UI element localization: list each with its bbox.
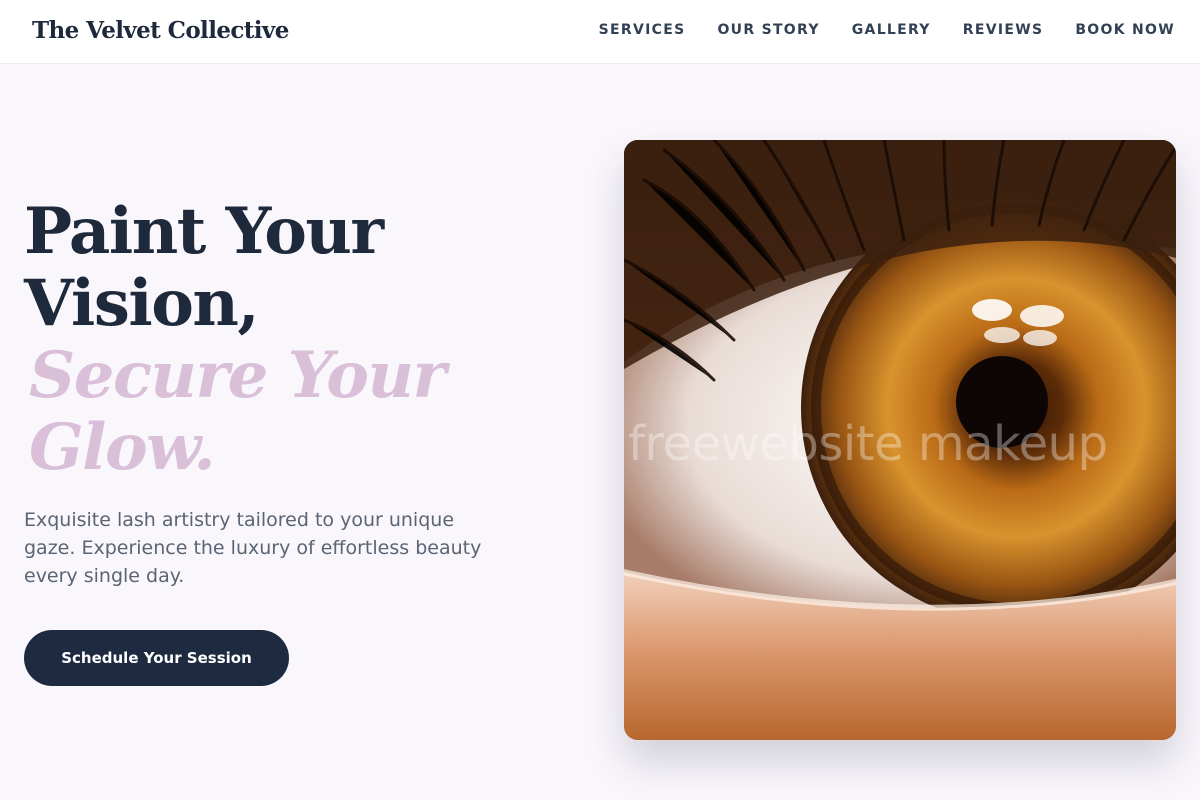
eye-highlight-4	[1023, 330, 1057, 346]
eye-highlight-2	[1020, 305, 1064, 327]
headline-line-2: Vision,	[24, 266, 260, 341]
nav-services[interactable]: SERVICES	[599, 22, 686, 38]
hero-headline: Paint Your Vision, Secure Your Glow.	[24, 194, 446, 485]
headline-line-1: Paint Your	[24, 194, 384, 269]
image-watermark: freewebsite makeup	[628, 416, 1108, 472]
eye-highlight-1	[972, 299, 1012, 321]
brand-logo[interactable]: The Velvet Collective	[32, 17, 289, 44]
eye-highlight-3	[984, 327, 1020, 343]
hero-description: Exquisite lash artistry tailored to your…	[24, 509, 482, 587]
schedule-session-button[interactable]: Schedule Your Session	[24, 630, 289, 686]
headline-accent-line-1: Secure Your	[29, 338, 446, 413]
hero-eye-image: freewebsite makeup	[624, 140, 1176, 740]
nav-book-now[interactable]: BOOK NOW	[1075, 22, 1175, 38]
headline-accent-line-2: Glow.	[29, 410, 216, 485]
main-nav: SERVICES OUR STORY GALLERY REVIEWS BOOK …	[599, 22, 1175, 38]
site-header: The Velvet Collective SERVICES OUR STORY…	[0, 0, 1200, 64]
nav-reviews[interactable]: REVIEWS	[963, 22, 1044, 38]
nav-our-story[interactable]: OUR STORY	[717, 22, 819, 38]
nav-gallery[interactable]: GALLERY	[852, 22, 931, 38]
